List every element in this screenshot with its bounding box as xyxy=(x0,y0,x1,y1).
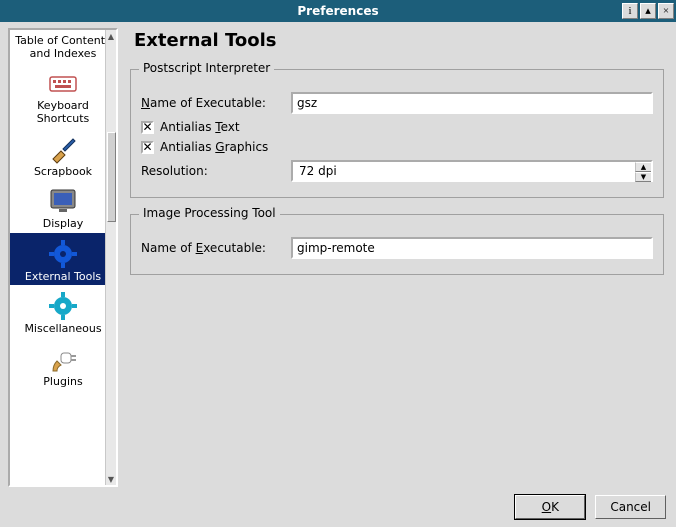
dialog-buttons: OK Cancel xyxy=(515,495,666,519)
resolution-label: Resolution: xyxy=(141,164,291,178)
cancel-button[interactable]: Cancel xyxy=(595,495,666,519)
sidebar-item-label: Plugins xyxy=(43,376,82,389)
row-img-name: Name of Executable: xyxy=(141,237,653,259)
brush-icon xyxy=(47,133,79,165)
sidebar-item-plugins[interactable]: Plugins xyxy=(10,338,116,391)
page-title: External Tools xyxy=(134,30,664,51)
titlebar-buttons: i ▴ × xyxy=(620,0,674,22)
resolution-spinner[interactable]: 72 dpi ▲ ▼ xyxy=(291,160,653,182)
main-panel: External Tools Postscript Interpreter Na… xyxy=(126,28,668,487)
checkbox-icon: ✕ xyxy=(141,121,154,134)
group-image-tool-legend: Image Processing Tool xyxy=(139,206,280,220)
scroll-up-icon[interactable]: ▲ xyxy=(106,30,116,42)
sidebar-item-keyboard[interactable]: Keyboard Shortcuts xyxy=(10,62,116,127)
client-area: Table of Contents and Indexes Keyboard S… xyxy=(8,28,668,487)
scroll-down-icon[interactable]: ▼ xyxy=(106,473,116,485)
group-postscript-legend: Postscript Interpreter xyxy=(139,61,274,75)
ps-name-input[interactable] xyxy=(291,92,653,114)
spin-up-button[interactable]: ▲ xyxy=(635,162,651,172)
resolution-value: 72 dpi xyxy=(293,162,635,180)
sidebar-item-external-tools[interactable]: External Tools xyxy=(10,233,116,286)
row-ps-name: Name of Executable: xyxy=(141,92,653,114)
keyboard-icon xyxy=(47,67,79,99)
ok-button[interactable]: OK xyxy=(515,495,585,519)
img-name-input[interactable] xyxy=(291,237,653,259)
spinner-buttons: ▲ ▼ xyxy=(635,162,651,180)
sidebar-item-label: Keyboard Shortcuts xyxy=(13,100,113,125)
sidebar-item-label: Scrapbook xyxy=(34,166,92,179)
gear-icon xyxy=(47,238,79,270)
sidebar-item-scrapbook[interactable]: Scrapbook xyxy=(10,128,116,181)
gear-icon xyxy=(47,290,79,322)
chk-antialias-graphics[interactable]: ✕ Antialias Graphics xyxy=(141,140,653,154)
spin-down-button[interactable]: ▼ xyxy=(635,172,651,182)
sidebar-item-label: Display xyxy=(43,218,84,231)
chk-label: Antialias Graphics xyxy=(160,140,268,154)
window-title: Preferences xyxy=(297,4,378,18)
sidebar-item-label: Miscellaneous xyxy=(24,323,101,336)
sidebar-item-display[interactable]: Display xyxy=(10,180,116,233)
scroll-track[interactable] xyxy=(106,42,116,473)
titlebar-info-button[interactable]: i xyxy=(622,3,638,19)
monitor-icon xyxy=(47,185,79,217)
titlebar-up-button[interactable]: ▴ xyxy=(640,3,656,19)
sidebar-item-misc[interactable]: Miscellaneous xyxy=(10,285,116,338)
group-image-tool: Image Processing Tool Name of Executable… xyxy=(130,214,664,275)
plug-icon xyxy=(47,343,79,375)
titlebar-close-button[interactable]: × xyxy=(658,3,674,19)
group-postscript: Postscript Interpreter Name of Executabl… xyxy=(130,69,664,198)
ps-name-label: Name of Executable: xyxy=(141,96,291,110)
row-resolution: Resolution: 72 dpi ▲ ▼ xyxy=(141,160,653,182)
checkbox-icon: ✕ xyxy=(141,141,154,154)
chk-antialias-text[interactable]: ✕ Antialias Text xyxy=(141,120,653,134)
sidebar-scrollbar[interactable]: ▲ ▼ xyxy=(105,30,116,485)
category-list-inner: Table of Contents and Indexes Keyboard S… xyxy=(10,30,116,485)
sidebar-item-label: External Tools xyxy=(25,271,101,284)
scroll-thumb[interactable] xyxy=(107,132,116,222)
titlebar: Preferences i ▴ × xyxy=(0,0,676,22)
sidebar-item-label: Table of Contents and Indexes xyxy=(13,35,113,60)
category-list[interactable]: Table of Contents and Indexes Keyboard S… xyxy=(8,28,118,487)
chk-label: Antialias Text xyxy=(160,120,240,134)
sidebar-item-toc[interactable]: Table of Contents and Indexes xyxy=(10,32,116,62)
img-name-label: Name of Executable: xyxy=(141,241,291,255)
